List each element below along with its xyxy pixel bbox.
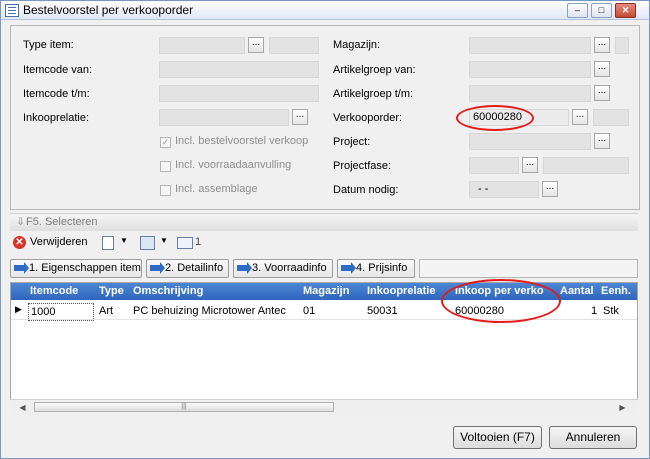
cell-omschrijving[interactable]: PC behuizing Microtower Antec xyxy=(133,303,286,319)
cell-eenheid[interactable]: Stk xyxy=(603,303,619,319)
row-indicator-icon: ▶ xyxy=(15,304,22,314)
datum-nodig-calendar-button[interactable]: ... xyxy=(542,181,558,197)
tab-detailinfo[interactable]: 2. Detailinfo xyxy=(146,259,229,278)
artikelgroep-tm-label: Artikelgroep t/m: xyxy=(333,88,414,100)
tab-eigenschappen-item[interactable]: 1. Eigenschappen item xyxy=(10,259,142,278)
maximize-button[interactable]: □ xyxy=(591,3,612,18)
inkooprelatie-label: Inkooprelatie: xyxy=(23,112,90,124)
highlight-circle-grid xyxy=(441,279,561,323)
magazijn-description-field xyxy=(615,37,629,54)
window-icon xyxy=(5,4,19,17)
type-item-description-field xyxy=(269,37,319,54)
magazijn-field[interactable] xyxy=(469,37,591,54)
horizontal-scrollbar[interactable]: ◀ ||| ▶ xyxy=(10,399,638,415)
items-grid: Itemcode Type Omschrijving Magazijn Inko… xyxy=(10,279,638,414)
dialog-window: Bestelvoorstel per verkooporder – □ ✕ Ty… xyxy=(0,0,650,459)
itemcode-tm-field[interactable] xyxy=(159,85,319,102)
col-aantal[interactable]: Aantal xyxy=(560,283,594,300)
document-icon[interactable] xyxy=(102,236,114,250)
tab-label: 1. Eigenschappen item xyxy=(29,262,141,274)
columns-icon[interactable] xyxy=(140,236,155,250)
col-magazijn[interactable]: Magazijn xyxy=(303,283,350,300)
itemcode-van-label: Itemcode van: xyxy=(23,64,93,76)
type-item-field[interactable] xyxy=(159,37,245,54)
minimize-button[interactable]: – xyxy=(567,3,588,18)
grid-toolbar: ✕ Verwijderen ▼ ▼ 1 xyxy=(10,233,638,254)
verkooporder-browse-button[interactable]: ... xyxy=(572,109,588,125)
tab-label: 4. Prijsinfo xyxy=(356,262,408,274)
close-button[interactable]: ✕ xyxy=(615,3,636,18)
arrow-down-icon: ⇓ xyxy=(16,216,26,228)
artikelgroep-tm-field[interactable] xyxy=(469,85,591,102)
itemcode-van-field[interactable] xyxy=(159,61,319,78)
annuleren-button[interactable]: Annuleren xyxy=(549,426,637,449)
cell-type[interactable]: Art xyxy=(99,303,113,319)
verwijderen-button[interactable]: Verwijderen xyxy=(30,236,87,248)
chk-assemblage-label: Incl. assemblage xyxy=(175,183,258,195)
arrow-right-icon xyxy=(14,262,29,274)
col-omschrijving[interactable]: Omschrijving xyxy=(133,283,204,300)
artikelgroep-van-label: Artikelgroep van: xyxy=(333,64,416,76)
voltooien-button[interactable]: Voltooien (F7) xyxy=(453,426,542,449)
chk-bestelvoorstel-checkbox[interactable]: ✓ xyxy=(160,137,171,148)
datum-nodig-label: Datum nodig: xyxy=(333,184,399,196)
col-inkooprelatie[interactable]: Inkooprelatie xyxy=(367,283,436,300)
cell-inkooprelatie[interactable]: 50031 xyxy=(367,303,398,319)
artikelgroep-van-browse-button[interactable]: ... xyxy=(594,61,610,77)
project-label: Project: xyxy=(333,136,371,148)
col-type[interactable]: Type xyxy=(99,283,124,300)
cell-magazijn[interactable]: 01 xyxy=(303,303,315,319)
artikelgroep-van-field[interactable] xyxy=(469,61,591,78)
project-field[interactable] xyxy=(469,133,591,150)
verkooporder-label: Verkooporder: xyxy=(333,112,403,124)
magazijn-browse-button[interactable]: ... xyxy=(594,37,610,53)
chevron-down-icon-2[interactable]: ▼ xyxy=(160,236,168,245)
col-itemcode[interactable]: Itemcode xyxy=(30,283,79,300)
arrow-right-icon xyxy=(150,262,165,274)
tab-strip-filler xyxy=(419,259,638,278)
window-title: Bestelvoorstel per verkooporder xyxy=(23,3,194,17)
filter-panel: Type item: ... Itemcode van: Itemcode t/… xyxy=(10,25,640,210)
projectfase-browse-button[interactable]: ... xyxy=(522,157,538,173)
arrow-right-icon xyxy=(341,262,356,274)
title-bar: Bestelvoorstel per verkooporder – □ ✕ xyxy=(1,1,649,20)
projectfase-field[interactable] xyxy=(469,157,519,174)
delete-icon[interactable]: ✕ xyxy=(13,236,26,249)
cell-aantal[interactable]: 1 xyxy=(591,303,597,319)
artikelgroep-tm-browse-button[interactable]: ... xyxy=(594,85,610,101)
tab-label: 3. Voorraadinfo xyxy=(252,262,327,274)
itemcode-tm-label: Itemcode t/m: xyxy=(23,88,90,100)
select-section-header[interactable]: ⇓ F5. Selecteren xyxy=(10,213,638,231)
chk-bestelvoorstel-label: Incl. bestelvoorstel verkoop xyxy=(175,135,309,147)
tab-prijsinfo[interactable]: 4. Prijsinfo xyxy=(337,259,415,278)
inkooprelatie-browse-button[interactable]: ... xyxy=(292,109,308,125)
scroll-right-icon[interactable]: ▶ xyxy=(616,401,629,414)
projectfase-label: Projectfase: xyxy=(333,160,392,172)
tab-voorraadinfo[interactable]: 3. Voorraadinfo xyxy=(233,259,333,278)
cell-itemcode[interactable]: 1000 xyxy=(28,303,94,321)
record-count-icon xyxy=(177,237,193,249)
scrollbar-thumb[interactable]: ||| xyxy=(34,402,334,412)
col-eenheid[interactable]: Eenh. xyxy=(601,283,631,300)
record-count: 1 xyxy=(195,236,202,248)
tab-label: 2. Detailinfo xyxy=(165,262,224,274)
chevron-down-icon[interactable]: ▼ xyxy=(120,236,128,245)
projectfase-description-field xyxy=(543,157,629,174)
arrow-right-icon xyxy=(237,262,252,274)
type-item-label: Type item: xyxy=(23,39,74,51)
magazijn-label: Magazijn: xyxy=(333,39,381,51)
type-item-browse-button[interactable]: ... xyxy=(248,37,264,53)
chk-assemblage-checkbox[interactable] xyxy=(160,185,171,196)
inkooprelatie-field[interactable] xyxy=(159,109,289,126)
verkooporder-description-field xyxy=(593,109,629,126)
chk-voorraadaanvulling-label: Incl. voorraadaanvulling xyxy=(175,159,292,171)
project-browse-button[interactable]: ... xyxy=(594,133,610,149)
section-label: F5. Selecteren xyxy=(26,216,98,228)
datum-nodig-field[interactable]: - - xyxy=(469,181,539,198)
chk-voorraadaanvulling-checkbox[interactable] xyxy=(160,161,171,172)
highlight-circle-verkooporder xyxy=(456,105,534,131)
scroll-left-icon[interactable]: ◀ xyxy=(16,401,29,414)
